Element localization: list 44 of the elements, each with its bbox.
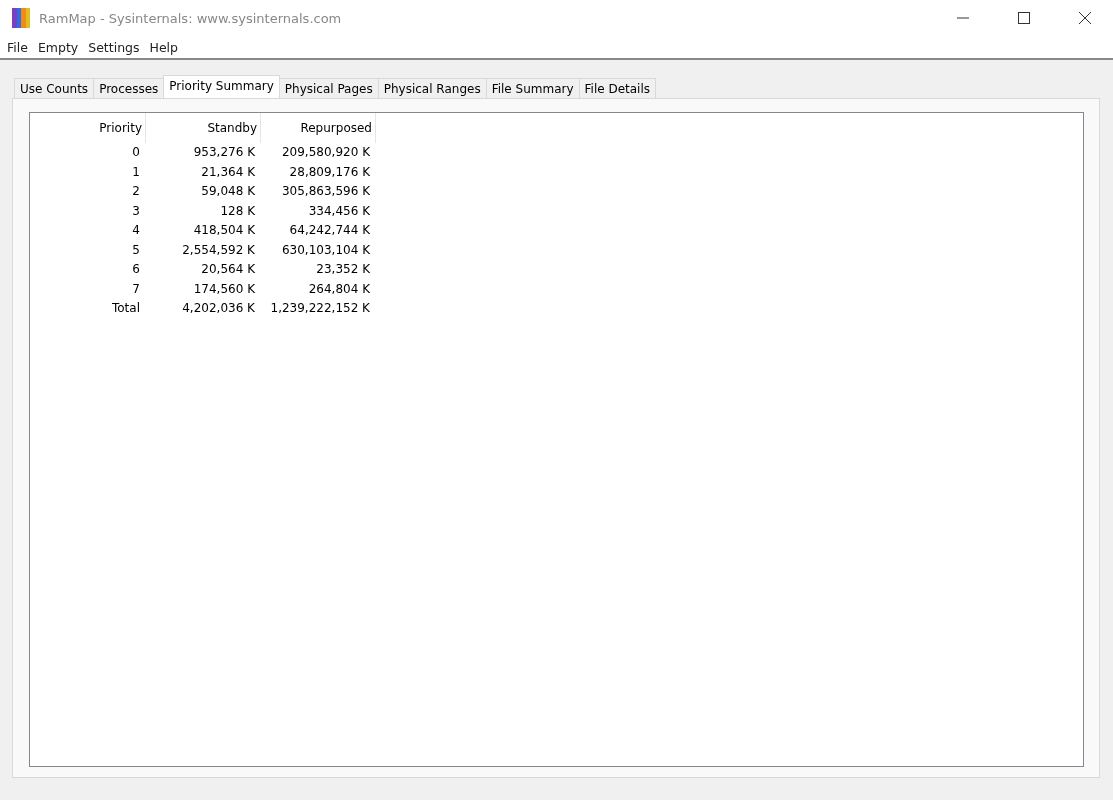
- tab[interactable]: Physical Pages: [278, 78, 379, 98]
- app-logo-icon: [12, 8, 30, 28]
- table-cell-text: 5: [131, 241, 141, 259]
- table-cell-text: 0: [131, 144, 141, 161]
- table-cell-text: 6: [131, 261, 141, 278]
- maximize-icon[interactable]: [1018, 12, 1030, 24]
- table-cell-text: 3: [131, 202, 141, 220]
- menu-item[interactable]: Settings: [83, 39, 145, 55]
- column-header[interactable]: Standby: [146, 113, 261, 143]
- menu-item[interactable]: Empty: [32, 39, 84, 55]
- tab[interactable]: Priority Summary: [163, 75, 280, 98]
- table-cell-text: 21,364 K: [200, 163, 256, 181]
- table-cell-text: 59,048 K: [200, 183, 256, 200]
- table-cell-text: 174,560 K: [192, 280, 256, 298]
- table-cell-text: 305,863,596 K: [280, 183, 371, 200]
- column-header[interactable]: Priority: [30, 113, 146, 143]
- table-cell-text: 28,809,176 K: [288, 163, 371, 181]
- menu-item[interactable]: File: [2, 39, 33, 55]
- table-cell-text: Total: [110, 300, 141, 317]
- table-cell-text: 20,564 K: [200, 261, 256, 278]
- table-cell-text: 418,504 K: [192, 222, 256, 239]
- table-cell-text: 630,103,104 K: [280, 241, 371, 259]
- tab[interactable]: Use Counts: [14, 78, 95, 98]
- tab[interactable]: File Details: [578, 78, 657, 98]
- table-cell-text: 264,804 K: [307, 280, 371, 298]
- table-cell-text: 23,352 K: [315, 261, 371, 278]
- table-cell-text: 209,580,920 K: [280, 144, 371, 161]
- table-cell-text: 64,242,744 K: [288, 222, 371, 239]
- tab[interactable]: Physical Ranges: [377, 78, 487, 98]
- menu-item[interactable]: Help: [144, 39, 183, 55]
- table-cell-text: 334,456 K: [307, 202, 371, 220]
- column-header[interactable]: Repurposed: [261, 113, 376, 143]
- tab[interactable]: File Summary: [485, 78, 580, 98]
- table-cell-text: 4,202,036 K: [181, 300, 256, 317]
- table-cell-text: 2,554,592 K: [181, 241, 256, 259]
- table-cell-text: 1,239,222,152 K: [269, 300, 371, 317]
- close-icon[interactable]: [1079, 12, 1091, 24]
- table-cell-text: 128 K: [219, 202, 256, 220]
- table-cell-text: 1: [131, 163, 141, 181]
- table-cell-text: 7: [131, 280, 141, 298]
- table-cell-text: 953,276 K: [192, 144, 256, 161]
- window-title: RamMap - Sysinternals: www.sysinternals.com: [39, 10, 342, 26]
- table-cell-text: 4: [131, 222, 141, 239]
- table-cell-text: 2: [131, 183, 141, 200]
